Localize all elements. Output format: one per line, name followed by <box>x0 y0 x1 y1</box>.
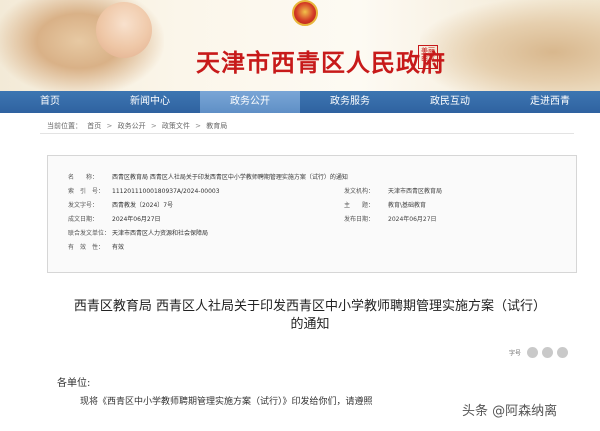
breadcrumb-prefix: 当前位置： <box>47 122 82 130</box>
breadcrumb-item-gov-open[interactable]: 政务公开 <box>118 122 146 130</box>
meta-validity-label: 有 效 性： <box>68 244 105 251</box>
meta-pub-date-row: 发布日期： 2024年06月27日 <box>344 214 437 226</box>
meta-name-label: 名 称： <box>68 174 99 181</box>
article-title-line-2: 的通知 <box>290 317 330 332</box>
meta-pub-date-value: 2024年06月27日 <box>388 216 437 223</box>
breadcrumb-separator: > <box>150 122 157 130</box>
banner-decoration-right <box>420 0 600 91</box>
article-salutation: 各单位: <box>57 378 91 389</box>
font-size-tools: 字号 <box>509 346 569 358</box>
meta-index-label: 索 引 号： <box>68 188 105 195</box>
watermark: 头条 @阿森纳离 <box>462 404 558 419</box>
meta-topic-label: 主 题： <box>344 202 375 209</box>
meta-index-row: 索 引 号： 11120111000180937A/2024-00003 <box>68 186 220 198</box>
meta-name-row: 名 称： 西青区教育局 西青区人社局关于印发西青区中小学教师聘期管理实施方案（试行… <box>68 172 348 184</box>
article-title-line-1: 西青区教育局 西青区人社局关于印发西青区中小学教师聘期管理实施方案（试行） <box>73 299 547 314</box>
banner-decoration-figure <box>96 2 152 58</box>
breadcrumb-item-education[interactable]: 教育局 <box>206 122 227 130</box>
meta-topic-value: 教育\基础教育 <box>388 202 427 209</box>
article-title: 西青区教育局 西青区人社局关于印发西青区中小学教师聘期管理实施方案（试行） 的通… <box>60 298 560 334</box>
font-small-button[interactable] <box>557 346 569 358</box>
font-large-button[interactable] <box>527 346 539 358</box>
nav-item-about[interactable]: 走进西青 <box>500 91 600 113</box>
breadcrumb: 当前位置： 首页 > 政务公开 > 政策文件 > 教育局 <box>47 121 230 131</box>
meta-doc-no-label: 发文字号： <box>68 202 99 209</box>
meta-date-value: 2024年06月27日 <box>112 216 161 223</box>
meta-joint-row: 联合发文单位： 天津市西青区人力资源和社会保障局 <box>68 228 208 240</box>
breadcrumb-item-policy[interactable]: 政策文件 <box>162 122 190 130</box>
meta-joint-value: 天津市西青区人力资源和社会保障局 <box>112 230 209 237</box>
meta-publisher-value: 天津市西青区教育局 <box>388 188 443 195</box>
font-size-label: 字号 <box>509 349 522 357</box>
main-nav: 首页 新闻中心 政务公开 政务服务 政民互动 走进西青 <box>0 91 600 113</box>
document-metadata-box: 名 称： 西青区教育局 西青区人社局关于印发西青区中小学教师聘期管理实施方案（试行… <box>47 155 577 273</box>
breadcrumb-item-home[interactable]: 首页 <box>87 122 101 130</box>
nav-item-interaction[interactable]: 政民互动 <box>400 91 500 113</box>
nav-item-home[interactable]: 首页 <box>0 91 100 113</box>
breadcrumb-separator: > <box>106 122 113 130</box>
national-emblem-icon <box>292 0 318 26</box>
nav-item-news[interactable]: 新闻中心 <box>100 91 200 113</box>
site-title[interactable]: 天津市西青区人民政府 <box>196 43 446 78</box>
nav-item-gov-open[interactable]: 政务公开 <box>200 91 300 113</box>
font-medium-button[interactable] <box>542 346 554 358</box>
meta-doc-no-value: 西青教发〔2024〕7号 <box>112 202 174 209</box>
article-body-text: 现将《西青区中小学教师聘期管理实施方案（试行）》印发给你们，请遵照 <box>80 397 373 407</box>
meta-index-value: 11120111000180937A/2024-00003 <box>112 188 220 195</box>
nav-item-gov-service[interactable]: 政务服务 <box>300 91 400 113</box>
divider <box>40 133 574 134</box>
meta-date-label: 成文日期： <box>68 216 99 223</box>
meta-publisher-row: 发文机构： 天津市西青区教育局 <box>344 186 442 198</box>
meta-validity-value: 有效 <box>112 244 125 251</box>
meta-name-value: 西青区教育局 西青区人社局关于印发西青区中小学教师聘期管理实施方案（试行）的通知 <box>112 174 348 181</box>
meta-publisher-label: 发文机构： <box>344 188 375 195</box>
meta-validity-row: 有 效 性： 有效 <box>68 242 124 254</box>
meta-pub-date-label: 发布日期： <box>344 216 375 223</box>
meta-topic-row: 主 题： 教育\基础教育 <box>344 200 426 212</box>
seal-logo: 美丽 西青 <box>418 45 438 69</box>
breadcrumb-separator: > <box>195 122 202 130</box>
meta-joint-label: 联合发文单位： <box>68 230 111 237</box>
meta-date-row: 成文日期： 2024年06月27日 <box>68 214 161 226</box>
site-banner: 天津市西青区人民政府 美丽 西青 <box>0 0 600 91</box>
meta-doc-no-row: 发文字号： 西青教发〔2024〕7号 <box>68 200 173 212</box>
